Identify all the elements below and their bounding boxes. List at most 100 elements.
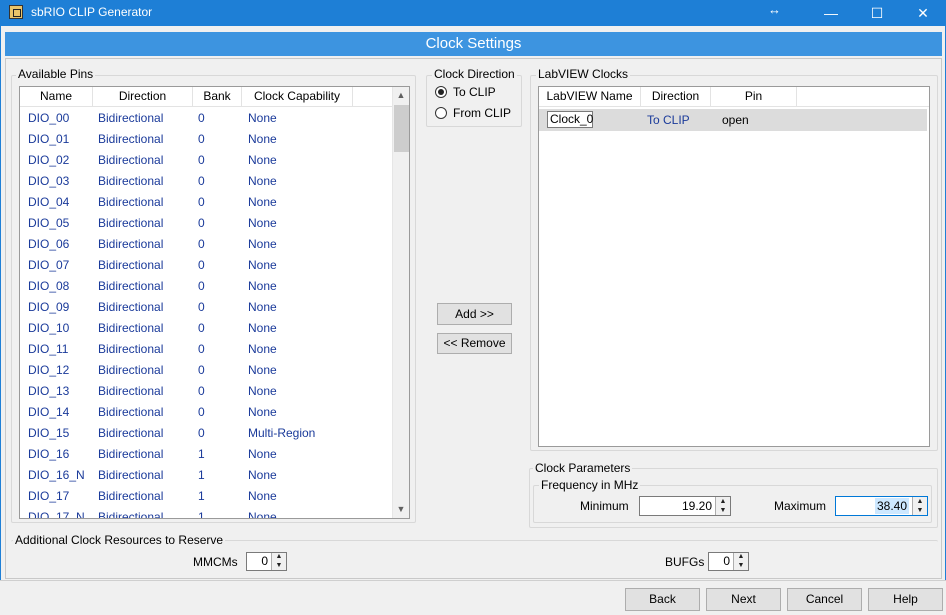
- table-row[interactable]: DIO_07 Bidirectional 0 None: [20, 255, 393, 276]
- table-row[interactable]: DIO_17_N Bidirectional 1 None: [20, 507, 393, 519]
- table-row[interactable]: DIO_03 Bidirectional 0 None: [20, 171, 393, 192]
- bufgs-input[interactable]: 0 ▲ ▼: [708, 552, 749, 571]
- pin-name-cell: DIO_15: [28, 426, 70, 440]
- pin-direction-cell: Bidirectional: [98, 489, 164, 503]
- maximum-frequency-value[interactable]: 38.40: [874, 498, 909, 514]
- clock-pin-cell[interactable]: open: [722, 110, 749, 131]
- column-header-pin[interactable]: Pin: [711, 87, 797, 107]
- mmcms-value[interactable]: 0: [261, 553, 268, 570]
- clock-direction-cell[interactable]: To CLIP: [647, 110, 690, 131]
- help-button[interactable]: Help: [868, 588, 943, 611]
- spin-up-icon[interactable]: ▲: [912, 497, 927, 506]
- bufgs-value[interactable]: 0: [723, 553, 730, 570]
- pin-direction-cell: Bidirectional: [98, 111, 164, 125]
- minimum-frequency-input[interactable]: 19.20 ▲ ▼: [639, 496, 731, 516]
- pin-bank-cell: 0: [198, 258, 205, 272]
- spin-up-icon[interactable]: ▲: [271, 553, 286, 561]
- table-row[interactable]: DIO_15 Bidirectional 0 Multi-Region: [20, 423, 393, 444]
- labview-clocks-label: LabVIEW Clocks: [536, 67, 631, 81]
- table-row[interactable]: DIO_17 Bidirectional 1 None: [20, 486, 393, 507]
- spin-up-icon[interactable]: ▲: [733, 553, 748, 561]
- pin-direction-cell: Bidirectional: [98, 384, 164, 398]
- pin-name-cell: DIO_16_N: [28, 468, 85, 482]
- pin-name-cell: DIO_02: [28, 153, 70, 167]
- additional-resources-label: Additional Clock Resources to Reserve: [13, 533, 226, 547]
- minimize-button[interactable]: —: [808, 0, 854, 26]
- scroll-up-icon[interactable]: ▲: [393, 87, 409, 104]
- pin-clock-capability-cell: None: [248, 321, 277, 335]
- table-row[interactable]: DIO_04 Bidirectional 0 None: [20, 192, 393, 213]
- next-button[interactable]: Next: [706, 588, 781, 611]
- spin-down-icon[interactable]: ▼: [715, 506, 730, 515]
- pin-bank-cell: 0: [198, 405, 205, 419]
- available-pins-list[interactable]: Name Direction Bank Clock Capability DIO…: [19, 86, 410, 519]
- clock-name-field[interactable]: Clock_0: [547, 111, 593, 128]
- radio-to-clip[interactable]: To CLIP: [435, 84, 515, 100]
- table-row[interactable]: DIO_14 Bidirectional 0 None: [20, 402, 393, 423]
- mmcms-input[interactable]: 0 ▲ ▼: [246, 552, 287, 571]
- table-row[interactable]: DIO_16_N Bidirectional 1 None: [20, 465, 393, 486]
- mmcms-label: MMCMs: [193, 555, 238, 569]
- radio-from-clip-label: From CLIP: [453, 106, 512, 120]
- pin-name-cell: DIO_06: [28, 237, 70, 251]
- table-row[interactable]: DIO_13 Bidirectional 0 None: [20, 381, 393, 402]
- column-header-name[interactable]: Name: [20, 87, 93, 107]
- column-header-bank[interactable]: Bank: [193, 87, 242, 107]
- cancel-button[interactable]: Cancel: [787, 588, 862, 611]
- clock-row[interactable]: Clock_0 To CLIP open: [539, 109, 927, 131]
- spin-down-icon[interactable]: ▼: [912, 506, 927, 515]
- table-row[interactable]: DIO_12 Bidirectional 0 None: [20, 360, 393, 381]
- pin-clock-capability-cell: None: [248, 237, 277, 251]
- pin-clock-capability-cell: None: [248, 363, 277, 377]
- column-header-direction[interactable]: Direction: [93, 87, 193, 107]
- minimum-frequency-value[interactable]: 19.20: [682, 497, 712, 515]
- pin-bank-cell: 0: [198, 195, 205, 209]
- pin-direction-cell: Bidirectional: [98, 132, 164, 146]
- radio-to-clip-label: To CLIP: [453, 85, 496, 99]
- spin-down-icon[interactable]: ▼: [733, 561, 748, 570]
- table-row[interactable]: DIO_01 Bidirectional 0 None: [20, 129, 393, 150]
- radio-from-clip-indicator[interactable]: [435, 107, 447, 119]
- maximum-frequency-input[interactable]: 38.40 ▲ ▼: [835, 496, 928, 516]
- pin-name-cell: DIO_17_N: [28, 510, 85, 519]
- pin-bank-cell: 0: [198, 321, 205, 335]
- scroll-down-icon[interactable]: ▼: [393, 501, 409, 518]
- spin-up-icon[interactable]: ▲: [715, 497, 730, 506]
- pin-clock-capability-cell: None: [248, 405, 277, 419]
- labview-clocks-list[interactable]: LabVIEW Name Direction Pin Clock_0 To CL…: [538, 86, 930, 447]
- radio-to-clip-indicator[interactable]: [435, 86, 447, 98]
- pin-clock-capability-cell: None: [248, 510, 277, 519]
- pin-clock-capability-cell: None: [248, 489, 277, 503]
- spin-down-icon[interactable]: ▼: [271, 561, 286, 570]
- table-row[interactable]: DIO_05 Bidirectional 0 None: [20, 213, 393, 234]
- available-pins-label: Available Pins: [16, 67, 96, 81]
- table-row[interactable]: DIO_06 Bidirectional 0 None: [20, 234, 393, 255]
- resize-icon: ↔: [768, 2, 781, 17]
- scroll-thumb[interactable]: [394, 105, 409, 152]
- table-row[interactable]: DIO_10 Bidirectional 0 None: [20, 318, 393, 339]
- pin-direction-cell: Bidirectional: [98, 363, 164, 377]
- back-button[interactable]: Back: [625, 588, 700, 611]
- remove-button[interactable]: << Remove: [437, 333, 512, 354]
- table-row[interactable]: DIO_00 Bidirectional 0 None: [20, 108, 393, 129]
- pin-bank-cell: 0: [198, 237, 205, 251]
- column-header-clock-capability[interactable]: Clock Capability: [242, 87, 353, 107]
- add-button[interactable]: Add >>: [437, 303, 512, 325]
- column-header-labview-name[interactable]: LabVIEW Name: [539, 87, 641, 107]
- table-row[interactable]: DIO_09 Bidirectional 0 None: [20, 297, 393, 318]
- pin-bank-cell: 1: [198, 468, 205, 482]
- table-row[interactable]: DIO_11 Bidirectional 0 None: [20, 339, 393, 360]
- table-row[interactable]: DIO_08 Bidirectional 0 None: [20, 276, 393, 297]
- maximum-label: Maximum: [774, 499, 827, 513]
- column-header-clock-direction[interactable]: Direction: [641, 87, 711, 107]
- close-button[interactable]: ✕: [900, 0, 946, 26]
- maximize-button[interactable]: ☐: [854, 0, 900, 26]
- pin-bank-cell: 0: [198, 300, 205, 314]
- pin-name-cell: DIO_00: [28, 111, 70, 125]
- table-row[interactable]: DIO_16 Bidirectional 1 None: [20, 444, 393, 465]
- pin-direction-cell: Bidirectional: [98, 510, 164, 519]
- pins-scrollbar[interactable]: ▲ ▼: [392, 87, 409, 518]
- radio-from-clip[interactable]: From CLIP: [435, 105, 519, 121]
- pin-direction-cell: Bidirectional: [98, 195, 164, 209]
- table-row[interactable]: DIO_02 Bidirectional 0 None: [20, 150, 393, 171]
